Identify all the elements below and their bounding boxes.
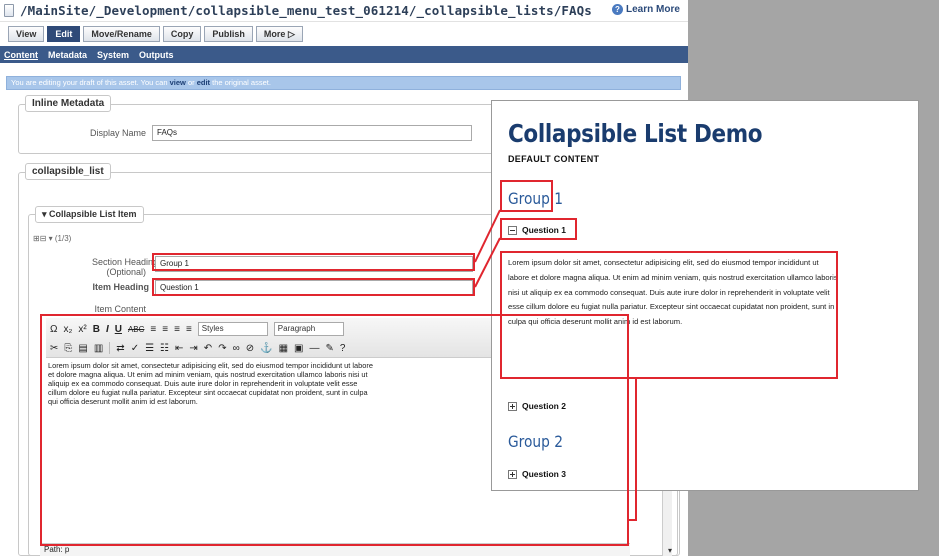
annotation-box-section-heading — [152, 253, 475, 271]
tab-copy[interactable]: Copy — [162, 26, 202, 42]
subtab-system[interactable]: System — [97, 50, 129, 60]
asset-path: /MainSite/_Development/collapsible_menu_… — [20, 3, 592, 18]
asset-path-bar: /MainSite/_Development/collapsible_menu_… — [0, 0, 688, 22]
draft-notice: You are editing your draft of this asset… — [6, 76, 681, 90]
page-icon — [4, 4, 14, 17]
collapse-all-icon[interactable]: ⊟ — [40, 234, 47, 243]
display-name-label: Display Name — [89, 128, 146, 138]
display-name-field[interactable]: FAQs — [152, 125, 472, 141]
annotation-box-item-heading — [152, 278, 475, 296]
subtab-metadata[interactable]: Metadata — [48, 50, 87, 60]
item-controls: ⊞⊟ ▾ (1/3) — [33, 234, 71, 243]
preview-subtitle: DEFAULT CONTENT — [508, 154, 600, 164]
tab-publish[interactable]: Publish — [204, 26, 253, 42]
learn-more-link[interactable]: ? Learn More — [612, 4, 680, 15]
section-heading-optional: (Optional) — [106, 267, 146, 277]
tab-more[interactable]: More ▷ — [255, 26, 303, 42]
edit-subnav: Content Metadata System Outputs — [0, 46, 688, 63]
chevron-right-icon: ▷ — [287, 29, 295, 39]
annotation-box-preview-question — [500, 218, 577, 240]
help-icon: ? — [612, 4, 623, 15]
triangle-down-icon: ▾ — [42, 209, 47, 219]
expand-all-icon[interactable]: ⊞ — [33, 234, 40, 243]
item-legend-label: Collapsible List Item — [49, 209, 137, 219]
preview-title: Collapsible List Demo — [508, 119, 763, 148]
notice-edit-link[interactable]: edit — [197, 78, 210, 87]
inline-metadata-legend: Inline Metadata — [25, 95, 112, 112]
notice-view-link[interactable]: view — [170, 78, 186, 87]
notice-text-or: or — [185, 78, 197, 87]
section-heading-label: Section Heading — [91, 257, 158, 267]
item-dropdown-icon[interactable]: ▾ — [49, 234, 53, 243]
item-heading-label: Item Heading — [92, 282, 149, 292]
item-content-label: Item Content — [94, 304, 146, 314]
collapsible-list-legend: collapsible_list — [25, 163, 111, 180]
subtab-outputs[interactable]: Outputs — [139, 50, 174, 60]
tab-move-rename[interactable]: Move/Rename — [83, 26, 160, 42]
notice-text-before: You are editing your draft of this asset… — [11, 78, 170, 87]
subtab-content[interactable]: Content — [4, 50, 38, 60]
tab-edit[interactable]: Edit — [47, 26, 81, 42]
item-count: (1/3) — [54, 234, 72, 243]
learn-more-label: Learn More — [626, 4, 680, 15]
annotation-box-preview-group — [500, 180, 553, 212]
notice-text-after: the original asset. — [210, 78, 271, 87]
tab-view[interactable]: View — [8, 26, 45, 42]
collapsible-list-item-legend[interactable]: ▾ Collapsible List Item — [35, 206, 144, 223]
tab-more-label: More — [263, 29, 286, 39]
annotation-box-preview-content — [500, 251, 838, 379]
asset-tabs: View Edit Move/Rename Copy Publish More … — [8, 26, 303, 44]
scroll-down-icon[interactable]: ▾ — [668, 546, 672, 555]
